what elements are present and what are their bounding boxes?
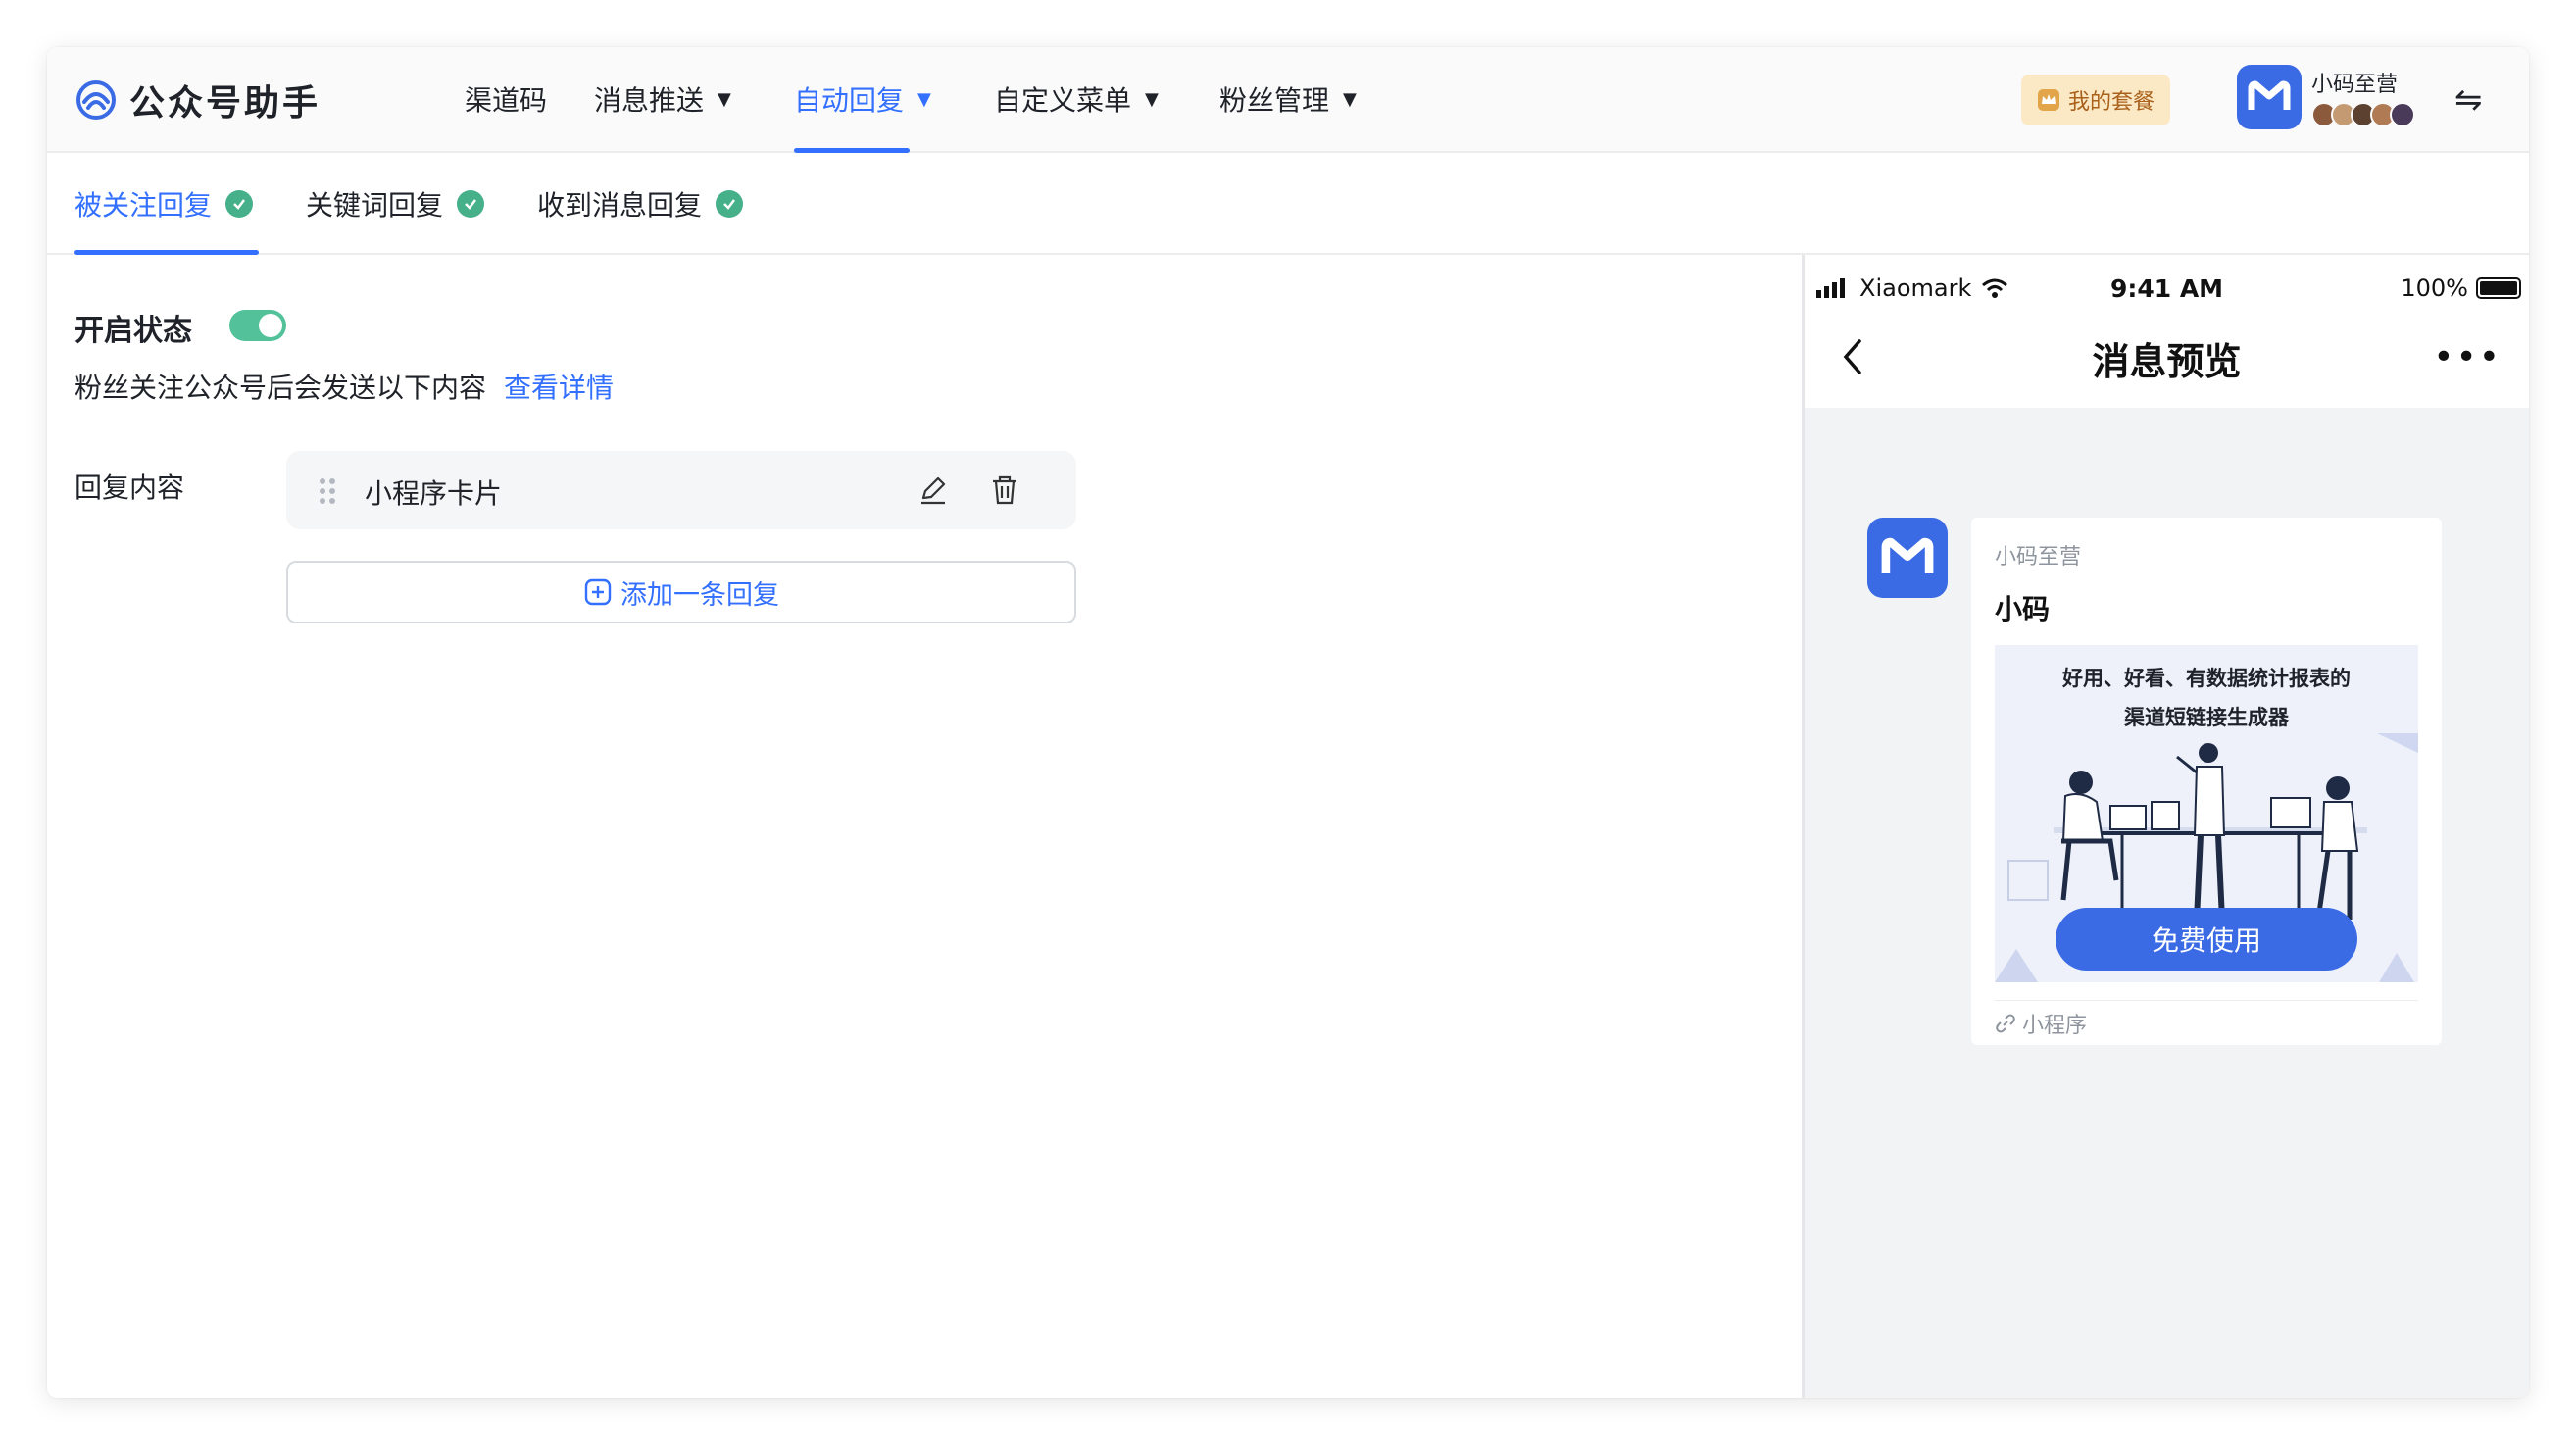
reply-item-label: 小程序卡片 (365, 477, 503, 510)
my-plan-button[interactable]: 我的套餐 (2021, 75, 2170, 125)
drag-handle-icon[interactable] (318, 476, 337, 506)
nav-item-custom-menu[interactable]: 自定义菜单 ▼ (994, 47, 1159, 151)
add-reply-label: 添加一条回复 (620, 579, 779, 611)
app-title: 公众号助手 (129, 83, 322, 124)
nav-item-label: 自动回复 (794, 84, 905, 117)
sender-avatar (1867, 518, 1948, 598)
nav-item-label: 渠道码 (465, 84, 548, 117)
add-reply-button[interactable]: 添加一条回复 (286, 561, 1076, 623)
tab-follow-reply[interactable]: 被关注回复 (74, 153, 254, 255)
card-title: 小码 (1995, 593, 2051, 625)
plus-square-icon (584, 578, 612, 606)
phone-status-bar: Xiaomark 9:41 AM 100% (1805, 269, 2529, 308)
status-toggle[interactable] (229, 310, 286, 341)
reply-type-tabs: 被关注回复 关键词回复 收到消息回复 (47, 153, 2529, 255)
tab-label: 收到消息回复 (537, 189, 703, 222)
account-avatar[interactable] (2237, 65, 2302, 129)
battery-icon (2476, 277, 2521, 299)
brand-m-icon (2248, 80, 2291, 110)
tab-label: 被关注回复 (74, 189, 213, 222)
check-circle-icon (716, 190, 744, 218)
caret-down-icon: ▼ (1145, 88, 1159, 110)
more-icon[interactable]: ••• (2433, 340, 2502, 375)
nav-item-message-push[interactable]: 消息推送 ▼ (594, 47, 731, 151)
app-logo[interactable]: 公众号助手 (74, 75, 321, 125)
reply-item[interactable]: 小程序卡片 (286, 451, 1076, 529)
nav-item-fans[interactable]: 粉丝管理 ▼ (1219, 47, 1357, 151)
view-details-link[interactable]: 查看详情 (504, 372, 614, 404)
check-circle-icon (225, 190, 254, 218)
tab-active-underline (74, 250, 259, 255)
card-footer-label: 小程序 (2022, 1014, 2088, 1038)
caret-down-icon: ▼ (1343, 88, 1357, 110)
card-cover-image: 好用、好看、有数据统计报表的 渠道短链接生成器 免费使用 (1995, 645, 2418, 982)
check-circle-icon (457, 190, 485, 218)
tab-message-reply[interactable]: 收到消息回复 (537, 153, 744, 255)
message-preview-panel: Xiaomark 9:41 AM 100% 消息预览 ••• 小码至营 小码 好… (1802, 255, 2529, 1398)
card-caption-line1: 好用、好看、有数据统计报表的 (2062, 667, 2351, 690)
card-divider (1995, 1000, 2418, 1001)
preview-title: 消息预览 (2092, 340, 2242, 383)
nav-item-channel-code[interactable]: 渠道码 (465, 47, 547, 151)
crown-icon (2037, 89, 2059, 111)
reply-content-label: 回复内容 (74, 472, 185, 504)
nav-item-label: 自定义菜单 (994, 84, 1132, 117)
nav-item-label: 粉丝管理 (1219, 84, 1330, 117)
caret-down-icon: ▼ (718, 88, 731, 110)
logo-icon (76, 80, 116, 120)
link-icon (1996, 1014, 2015, 1033)
caret-down-icon: ▼ (917, 88, 931, 110)
nav-item-auto-reply[interactable]: 自动回复 ▼ (794, 47, 931, 153)
tab-label: 关键词回复 (306, 189, 444, 222)
nav-item-label: 消息推送 (594, 84, 705, 117)
free-use-button[interactable]: 免费使用 (2056, 908, 2357, 971)
avatar (2390, 102, 2415, 127)
card-caption-line2: 渠道短链接生成器 (2124, 706, 2289, 729)
battery-percent: 100% (2401, 274, 2468, 302)
mini-program-card[interactable]: 小码至营 小码 好用、好看、有数据统计报表的 渠道短链接生成器 免费使用 小程序 (1971, 518, 2442, 1045)
status-right: 100% (2401, 274, 2521, 302)
tab-keyword-reply[interactable]: 关键词回复 (306, 153, 485, 255)
account-name: 小码至营 (2311, 73, 2399, 97)
description-text: 粉丝关注公众号后会发送以下内容 (74, 372, 487, 404)
trash-icon[interactable] (990, 474, 1019, 506)
switch-account-icon[interactable]: ⇋ (2454, 80, 2483, 120)
phone-header-area: Xiaomark 9:41 AM 100% 消息预览 ••• (1805, 255, 2529, 408)
description: 粉丝关注公众号后会发送以下内容 查看详情 (74, 367, 614, 406)
card-footer: 小程序 (1995, 1008, 2087, 1039)
card-sender: 小码至营 (1995, 545, 2082, 570)
app-window: 公众号助手 渠道码 消息推送 ▼ 自动回复 ▼ 自定义菜单 ▼ 粉丝管理 ▼ 我… (47, 47, 2529, 1398)
follower-avatars (2311, 102, 2415, 127)
brand-m-icon (1881, 537, 1934, 573)
top-nav: 公众号助手 渠道码 消息推送 ▼ 自动回复 ▼ 自定义菜单 ▼ 粉丝管理 ▼ 我… (47, 47, 2529, 153)
phone-nav-bar: 消息预览 ••• (1805, 318, 2529, 396)
status-label: 开启状态 (74, 314, 192, 348)
toggle-knob (259, 314, 282, 337)
my-plan-label: 我的套餐 (2067, 90, 2155, 115)
edit-icon[interactable] (917, 474, 949, 506)
